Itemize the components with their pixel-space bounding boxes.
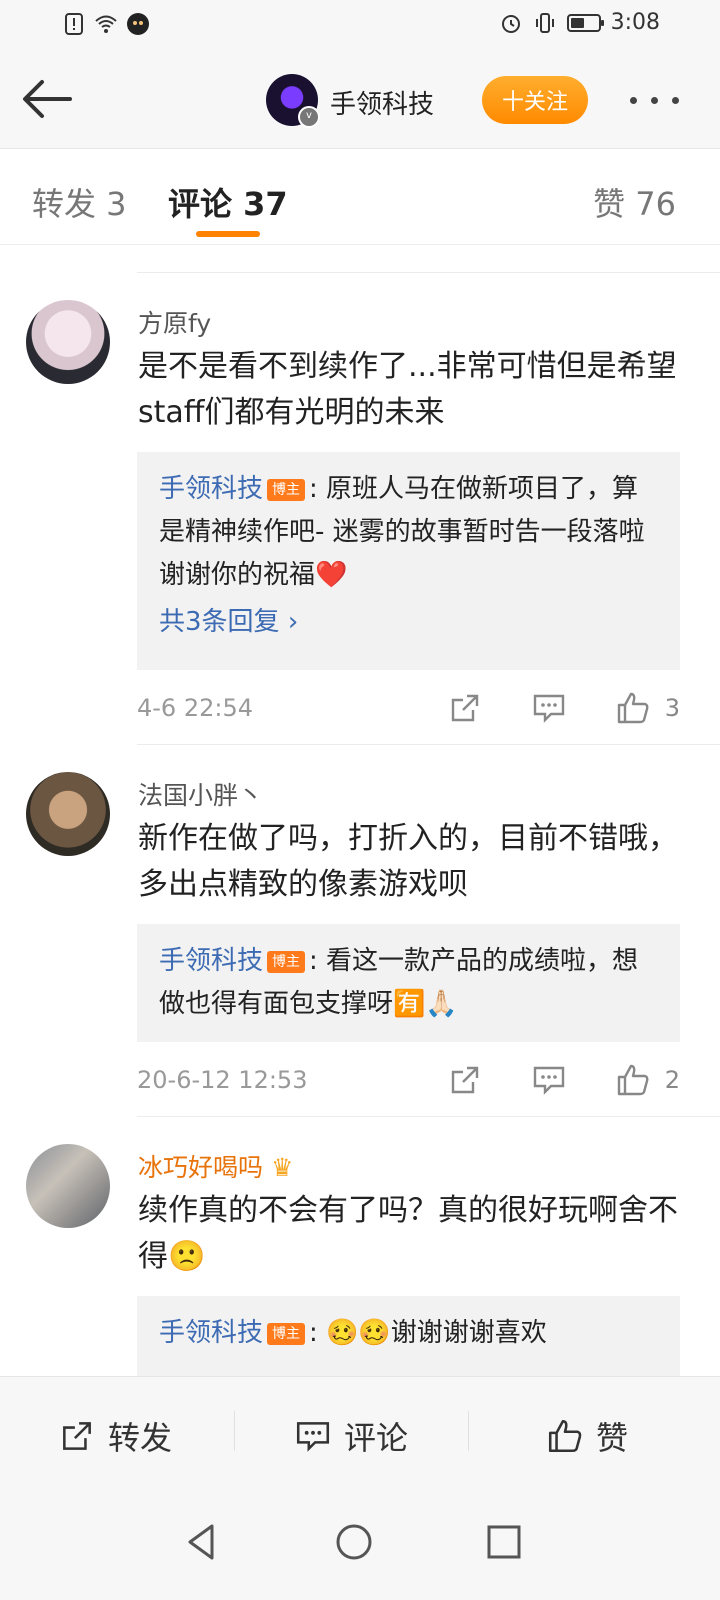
like-icon — [548, 1419, 582, 1453]
like-count: 3 — [664, 694, 680, 722]
reply-content: 手领科技 博主: 🥴🥴谢谢谢谢喜欢 — [159, 1312, 658, 1355]
more-replies-link[interactable]: 共3条回复 › — [159, 601, 658, 638]
tab-bar: 转发 3 评论 37 赞 76 — [0, 149, 720, 245]
battery-icon — [566, 13, 604, 32]
divider — [137, 744, 720, 745]
reply-content: 手领科技 博主: 看这一款产品的成绩啦，想做也得有面包支撑呀🈶🙏🏻 — [159, 940, 658, 1026]
blogger-badge: 博主 — [267, 951, 306, 973]
reply-colon: : — [309, 474, 327, 504]
reply-box[interactable]: 手领科技 博主: 看这一款产品的成绩啦，想做也得有面包支撑呀🈶🙏🏻 — [137, 924, 680, 1042]
reply-author[interactable]: 手领科技 — [159, 1318, 263, 1348]
user-avatar[interactable] — [26, 300, 110, 384]
crown-vip-icon: ♛ — [270, 1153, 294, 1182]
more-replies-label: 共3条回复 — [159, 607, 280, 637]
repost-label: 转发 — [108, 1419, 173, 1457]
sim-alert-icon — [65, 13, 83, 35]
comment-meta: 20-6-12 12:53 2 — [137, 1062, 680, 1102]
comment-button[interactable]: 评论 — [294, 1413, 408, 1459]
divider — [137, 272, 720, 273]
reply-box[interactable]: 手领科技 博主: 🥴🥴谢谢谢谢喜欢 — [137, 1296, 680, 1376]
nav-recents-icon[interactable] — [482, 1520, 526, 1564]
tab-comments[interactable]: 评论 37 — [168, 179, 288, 225]
like-button[interactable]: 赞 — [546, 1413, 628, 1459]
comment-text: 是不是看不到续作了...非常可惜但是希望staff们都有光明的未来 — [138, 349, 677, 430]
comment-text: 续作真的不会有了吗？真的很好玩啊舍不得🙁 — [138, 1193, 678, 1274]
comment-label: 评论 — [344, 1419, 409, 1457]
like-count: 2 — [664, 1066, 680, 1094]
reply-text: 🥴🥴谢谢谢谢喜欢 — [326, 1318, 547, 1348]
follow-button[interactable]: 十关注 — [482, 76, 588, 124]
reply-box[interactable]: 手领科技 博主: 原班人马在做新项目了，算是精神续作吧- 迷雾的故事暂时告一段落啦… — [137, 452, 680, 670]
back-arrow-icon[interactable] — [18, 74, 78, 124]
app-notification-icon — [127, 13, 149, 35]
repost-button[interactable]: 转发 — [58, 1413, 172, 1459]
system-navigation-bar — [0, 1484, 720, 1600]
divider — [468, 1411, 469, 1451]
comment-date: 4-6 22:54 — [137, 694, 253, 722]
active-tab-indicator — [196, 231, 260, 237]
comment-date: 20-6-12 12:53 — [137, 1066, 308, 1094]
comment-meta: 4-6 22:54 3 — [137, 690, 680, 730]
alarm-icon — [501, 14, 520, 33]
like-icon[interactable] — [615, 1062, 651, 1098]
comment-icon[interactable] — [531, 690, 567, 726]
comment-icon[interactable] — [531, 1062, 567, 1098]
wifi-icon — [95, 15, 117, 33]
nav-home-icon[interactable] — [332, 1520, 376, 1564]
divider — [234, 1411, 235, 1451]
account-avatar[interactable]: v — [266, 74, 320, 128]
blogger-badge: 博主 — [267, 1323, 306, 1345]
divider — [137, 1116, 720, 1117]
comment-username[interactable]: 方原fy — [138, 304, 211, 340]
reply-author[interactable]: 手领科技 — [159, 946, 263, 976]
comment-icon — [296, 1422, 330, 1452]
reply-content: 手领科技 博主: 原班人马在做新项目了，算是精神续作吧- 迷雾的故事暂时告一段落啦… — [159, 468, 658, 597]
verified-badge-icon: v — [298, 106, 320, 128]
reply-colon: : — [309, 946, 327, 976]
status-time: 3:08 — [610, 10, 660, 35]
share-icon[interactable] — [447, 690, 483, 726]
more-options-icon[interactable] — [630, 88, 690, 112]
bottom-action-bar: 转发 评论 赞 — [0, 1376, 720, 1485]
tab-repost[interactable]: 转发 3 — [32, 179, 127, 225]
top-header: v 手领科技 十关注 — [0, 52, 720, 149]
tab-likes[interactable]: 赞 76 — [593, 179, 676, 225]
user-avatar[interactable] — [26, 772, 110, 856]
status-bar: 3:08 — [0, 0, 720, 52]
user-avatar[interactable] — [26, 1144, 110, 1228]
vibrate-icon — [535, 12, 554, 33]
chevron-right-icon: › — [287, 607, 299, 637]
comment-username[interactable]: 法国小胖丶 — [138, 776, 263, 812]
comment-text: 新作在做了吗，打折入的，目前不错哦，多出点精致的像素游戏呗 — [138, 821, 678, 902]
nav-back-icon[interactable] — [180, 1520, 224, 1564]
comment-username-text: 冰巧好喝吗 — [138, 1153, 264, 1182]
share-icon — [63, 1422, 91, 1450]
account-name[interactable]: 手领科技 — [330, 84, 434, 121]
blogger-badge: 博主 — [267, 479, 306, 501]
like-icon[interactable] — [615, 690, 651, 726]
reply-colon: : — [309, 1318, 327, 1348]
share-icon[interactable] — [447, 1062, 483, 1098]
reply-author[interactable]: 手领科技 — [159, 474, 263, 504]
like-label: 赞 — [596, 1419, 629, 1457]
comment-username[interactable]: 冰巧好喝吗 ♛ — [138, 1148, 293, 1184]
